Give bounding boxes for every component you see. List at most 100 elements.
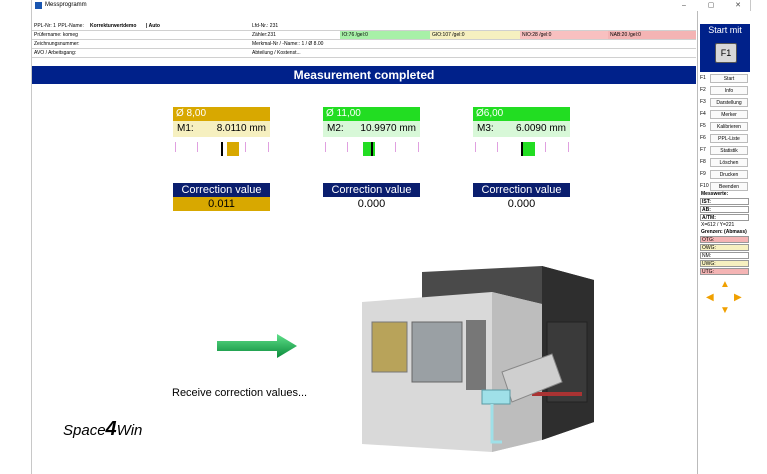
machine-tool-image xyxy=(362,266,594,452)
function-key-button[interactable]: Statistik xyxy=(710,146,748,155)
status-banner: Measurement completed xyxy=(32,66,696,84)
function-key-button[interactable]: PPL-Liste xyxy=(710,134,748,143)
scale-tick xyxy=(197,142,198,152)
utg-value: UTG: xyxy=(700,268,749,275)
function-key-number: F2 xyxy=(700,87,706,93)
start-title: Start mit xyxy=(708,25,742,35)
tolerance-scale xyxy=(323,139,420,157)
info-row: Zeichnungsnummer: Merkmal-Nr / -Name:: 1… xyxy=(32,40,696,49)
nominal-needle xyxy=(221,142,223,156)
ppl-name: Korrekturwertdemo xyxy=(90,23,137,29)
start-key: F1 xyxy=(715,43,737,63)
info-row: AVO / Arbeitsgang: Abteilung / Kostenst.… xyxy=(32,49,696,58)
correction-value: 0.000 xyxy=(323,197,420,211)
function-key-number: F5 xyxy=(700,123,706,129)
scale-tick xyxy=(568,142,569,152)
io-count: IO:76 /gel:0 xyxy=(340,31,430,39)
function-key-button[interactable]: Info xyxy=(710,86,748,95)
operation: AVO / Arbeitsgang: xyxy=(34,50,77,56)
nominal-needle xyxy=(521,142,523,156)
maximize-button[interactable]: ▢ xyxy=(704,0,718,11)
pruefername: Prüfername: komeg xyxy=(34,32,78,38)
start-button[interactable]: Start mit F1 xyxy=(700,24,750,72)
function-key-button[interactable]: Kalibrieren xyxy=(710,122,748,131)
scale-tick xyxy=(347,142,348,152)
info-row: Prüfername: komeg Zähler:231 IO:76 /gel:… xyxy=(32,31,696,40)
app-window: Messprogramm – ▢ ✕ PPL-Nr: 1 PPL-Name: K… xyxy=(31,0,751,474)
otg-value: OTG: xyxy=(700,236,749,243)
scale-tick xyxy=(325,142,326,152)
scale-tick xyxy=(497,142,498,152)
correction-panel: Correction value 0.000 xyxy=(323,183,420,211)
minimize-button[interactable]: – xyxy=(677,0,691,11)
logo-text-win: Win xyxy=(116,422,143,439)
function-key-f5[interactable]: F5 Kalibrieren xyxy=(698,121,751,132)
measure-value: 8.0110 mm xyxy=(216,123,266,134)
receive-status-text: Receive correction values... xyxy=(172,387,308,399)
scale-tick xyxy=(418,142,419,152)
function-key-button[interactable]: Darstellung xyxy=(710,98,748,107)
measured-values-title: Messwerte: xyxy=(701,191,729,197)
function-key-f7[interactable]: F7 Statistik xyxy=(698,145,751,156)
correction-value: 0.000 xyxy=(473,197,570,211)
function-key-button[interactable]: Start xyxy=(710,74,748,83)
function-key-number: F3 xyxy=(700,99,706,105)
xy-readout: X=612 / Y=221 xyxy=(701,222,735,228)
measurement-panel: Ø 8,00 M1: 8.0110 mm xyxy=(173,107,270,157)
scale-tick xyxy=(245,142,246,152)
nominal-value: Ø 11,00 xyxy=(323,107,420,121)
function-key-button[interactable]: Beenden xyxy=(710,182,748,191)
correction-heading: Correction value xyxy=(323,183,420,197)
scale-tick xyxy=(175,142,176,152)
nominal-value: Ø 8,00 xyxy=(173,107,270,121)
correction-panel: Correction value 0.000 xyxy=(473,183,570,211)
nab-count: NAB:20 /gel:0 xyxy=(608,31,696,39)
correction-heading: Correction value xyxy=(173,183,270,197)
transfer-arrow-icon xyxy=(217,334,297,358)
nio-count: NIO:28 /gel:0 xyxy=(520,31,608,39)
info-grid: PPL-Nr: 1 PPL-Name: Korrekturwertdemo | … xyxy=(32,22,696,61)
ist-value: IST: xyxy=(700,198,749,205)
function-key-number: F4 xyxy=(700,111,706,117)
deviation-bar xyxy=(363,142,375,156)
mode-label: | Auto xyxy=(146,23,160,29)
measure-label: M3: xyxy=(477,123,494,134)
department: Abteilung / Kostenst... xyxy=(252,50,301,56)
scale-tick xyxy=(475,142,476,152)
function-key-f9[interactable]: F9 Drucken xyxy=(698,169,751,180)
function-key-f8[interactable]: F8 Löschen xyxy=(698,157,751,168)
arrow-right-icon[interactable]: ▶ xyxy=(734,292,742,303)
measurement-panel: Ø6,00 M3: 6.0090 mm xyxy=(473,107,570,157)
function-key-f4[interactable]: F4 Merker xyxy=(698,109,751,120)
feature-name: Merkmal-Nr / -Name:: 1 / Ø 8.00 xyxy=(252,41,324,47)
measurement-panel: Ø 11,00 M2: 10.9970 mm xyxy=(323,107,420,157)
arrow-down-icon[interactable]: ▼ xyxy=(720,305,730,316)
function-key-button[interactable]: Merker xyxy=(710,110,748,119)
actual-row: M3: 6.0090 mm xyxy=(473,121,570,137)
function-key-f3[interactable]: F3 Darstellung xyxy=(698,97,751,108)
measure-value: 10.9970 mm xyxy=(360,123,416,134)
scale-tick xyxy=(545,142,546,152)
logo-text-four: 4 xyxy=(105,418,117,440)
tolerance-scale xyxy=(473,139,570,157)
actual-row: M2: 10.9970 mm xyxy=(323,121,420,137)
info-row: PPL-Nr: 1 PPL-Name: Korrekturwertdemo | … xyxy=(32,22,696,31)
arrow-left-icon[interactable]: ◀ xyxy=(706,292,714,303)
atm-value: A/TM: xyxy=(700,214,749,221)
function-key-f2[interactable]: F2 Info xyxy=(698,85,751,96)
measure-value: 6.0090 mm xyxy=(515,123,566,134)
function-key-f6[interactable]: F6 PPL-Liste xyxy=(698,133,751,144)
limits-title: Grenzen: (Abmass) xyxy=(701,229,747,235)
actual-row: M1: 8.0110 mm xyxy=(173,121,270,137)
arrow-up-icon[interactable]: ▲ xyxy=(720,279,730,290)
function-key-button[interactable]: Drucken xyxy=(710,170,748,179)
window-title: Messprogramm xyxy=(45,2,87,8)
close-button[interactable]: ✕ xyxy=(731,0,745,11)
scale-tick xyxy=(395,142,396,152)
counter: Zähler:231 xyxy=(252,32,276,38)
function-key-f1[interactable]: F1 Start xyxy=(698,73,751,84)
drawing-number: Zeichnungsnummer: xyxy=(34,41,80,47)
ab-value: AB: xyxy=(700,206,749,213)
function-key-panel: Start mit F1 F1 Start F2 Info F3 Darstellung F… xyxy=(697,11,751,474)
function-key-button[interactable]: Löschen xyxy=(710,158,748,167)
